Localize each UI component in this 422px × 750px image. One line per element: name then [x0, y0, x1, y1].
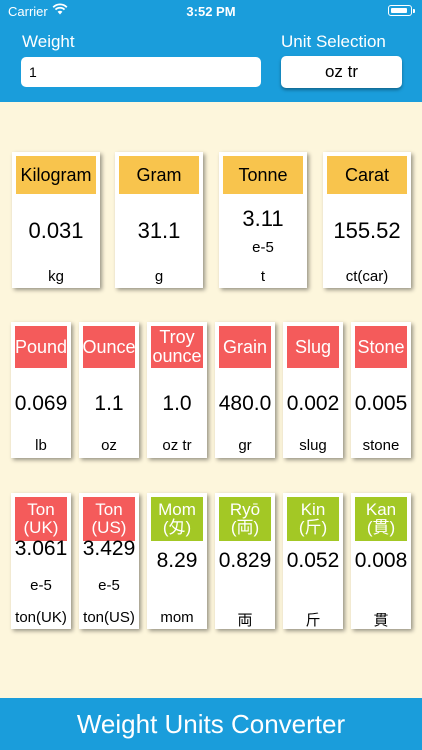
converted-value: 0.002: [286, 392, 340, 415]
unit-card-slug: Slug 0.002 slug: [283, 322, 343, 458]
value-exponent: e-5: [252, 239, 274, 256]
converted-value: 3.429: [82, 537, 136, 560]
unit-name: Grain: [219, 326, 271, 368]
weight-input[interactable]: [21, 57, 261, 87]
unit-name: Ton (US): [83, 497, 135, 541]
unit-symbol: stone: [362, 437, 400, 454]
unit-card-pound: Pound 0.069 lb: [11, 322, 71, 458]
unit-symbol: gr: [238, 437, 252, 454]
unit-name: Ton (UK): [15, 497, 67, 541]
unit-symbol: oz: [101, 437, 117, 454]
converted-value: 3.11: [242, 206, 284, 231]
unit-symbol: 貫: [373, 612, 389, 629]
unit-card-ton-us: Ton (US) 3.429 e-5 ton(US): [79, 493, 139, 629]
app-title: Weight Units Converter: [0, 698, 422, 750]
unit-card-gram: Gram 31.1 g: [115, 152, 203, 288]
converted-value: 0.008: [354, 549, 408, 572]
unit-name: Kilogram: [16, 156, 96, 194]
unit-card-troy-ounce: Troy ounce 1.0 oz tr: [147, 322, 207, 458]
unit-card-ry: Ryō (両) 0.829 両: [215, 493, 275, 629]
unit-card-kan: Kan (貫) 0.008 貫: [351, 493, 411, 629]
unit-card-mom: Mom (匁) 8.29 mom: [147, 493, 207, 629]
converted-value: 1.1: [94, 392, 124, 415]
weight-label: Weight: [22, 32, 75, 51]
unit-name: Troy ounce: [151, 326, 203, 368]
unit-symbol: kg: [48, 268, 64, 285]
unit-name: Kin (斤): [287, 497, 339, 541]
unit-card-ton-uk: Ton (UK) 3.061 e-5 ton(UK): [11, 493, 71, 629]
value-exponent: e-5: [30, 577, 52, 594]
unit-card-kin: Kin (斤) 0.052 斤: [283, 493, 343, 629]
unit-card-carat: Carat 155.52 ct(car): [323, 152, 411, 288]
converted-value: 0.069: [14, 392, 68, 415]
unit-card-stone: Stone 0.005 stone: [351, 322, 411, 458]
unit-selection-label: Unit Selection: [281, 32, 386, 51]
value-exponent: e-5: [98, 577, 120, 594]
unit-card-kilogram: Kilogram 0.031 kg: [12, 152, 100, 288]
unit-name: Gram: [119, 156, 199, 194]
converted-value: 480.0: [218, 392, 272, 415]
converted-value: 3.061: [14, 537, 68, 560]
converted-value: 0.052: [286, 549, 340, 572]
unit-name: Ounce: [82, 326, 136, 368]
unit-symbol: 斤: [305, 612, 321, 629]
unit-name: Carat: [327, 156, 407, 194]
converted-value: 31.1: [137, 218, 181, 243]
unit-symbol: slug: [299, 437, 327, 454]
converted-value: 1.0: [162, 392, 192, 415]
unit-selection-button[interactable]: oz tr: [281, 56, 402, 88]
unit-symbol: g: [154, 268, 164, 285]
unit-card-ounce: Ounce 1.1 oz: [79, 322, 139, 458]
unit-name: Tonne: [223, 156, 303, 194]
battery-icon: [388, 5, 415, 16]
clock: 3:52 PM: [186, 4, 236, 19]
unit-name: Pound: [15, 326, 67, 368]
converted-value: 155.52: [333, 218, 401, 243]
unit-name: Mom (匁): [151, 497, 203, 541]
unit-symbol: oz tr: [162, 437, 192, 454]
converted-value: 0.005: [354, 392, 408, 415]
unit-name: Stone: [355, 326, 407, 368]
unit-name: Ryō (両): [219, 497, 271, 541]
unit-symbol: 両: [237, 612, 253, 629]
unit-card-tonne: Tonne 3.11 e-5 t: [219, 152, 307, 288]
converted-value: 8.29: [156, 549, 198, 572]
converted-value: 0.829: [218, 549, 272, 572]
unit-symbol: ton(UK): [15, 609, 67, 626]
unit-name: Kan (貫): [355, 497, 407, 541]
unit-symbol: ct(car): [345, 268, 389, 285]
unit-name: Slug: [287, 326, 339, 368]
unit-symbol: lb: [35, 437, 47, 454]
unit-card-grain: Grain 480.0 gr: [215, 322, 275, 458]
unit-symbol: t: [260, 268, 266, 285]
converted-value: 0.031: [28, 218, 84, 243]
status-bar: Carrier 3:52 PM: [0, 0, 422, 22]
unit-symbol: ton(US): [83, 609, 135, 626]
unit-symbol: mom: [160, 609, 194, 626]
